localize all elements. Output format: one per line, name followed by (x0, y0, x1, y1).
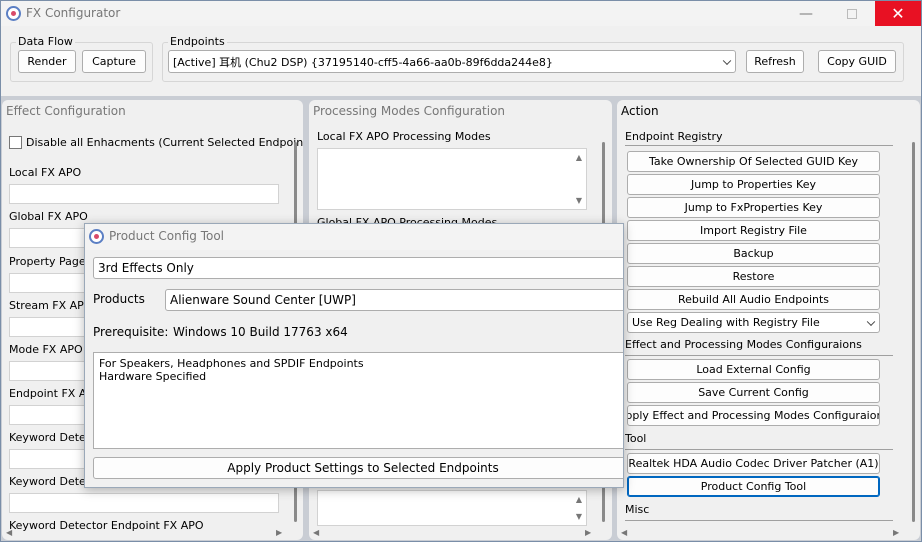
close-button[interactable]: ✕ (875, 1, 921, 26)
product-config-tool-dialog: Product Config Tool 3rd Effects Only Pro… (84, 223, 624, 488)
dialog-title-bar: Product Config Tool (85, 224, 623, 250)
take-ownership-button[interactable]: Take Ownership Of Selected GUID Key (627, 151, 880, 172)
jump-properties-key-button[interactable]: Jump to Properties Key (627, 174, 880, 195)
action-title: Action (621, 104, 659, 118)
apply-product-settings-button[interactable]: Apply Product Settings to Selected Endpo… (93, 457, 623, 479)
stream-fx-apo-label: Stream FX APO (9, 299, 93, 312)
local-processing-modes-list[interactable]: ▲ ▼ (317, 148, 587, 210)
property-page-label: Property Page (9, 255, 86, 268)
local-processing-modes-label: Local FX APO Processing Modes (317, 130, 491, 143)
scroll-left-icon-2[interactable]: ◀ (313, 528, 319, 537)
section-divider-3 (625, 449, 893, 450)
data-flow-label: Data Flow (16, 35, 75, 48)
import-registry-file-button[interactable]: Import Registry File (627, 220, 880, 241)
refresh-button[interactable]: Refresh (746, 50, 804, 73)
tool-label: Tool (625, 432, 647, 445)
scroll-right-icon-3[interactable]: ▶ (893, 528, 899, 537)
product-select[interactable]: Alienware Sound Center [UWP] (165, 289, 623, 311)
minimize-button[interactable]: — (783, 1, 829, 26)
close-icon: ✕ (891, 4, 905, 23)
chevron-down-icon-2 (866, 317, 876, 326)
scroll-up-icon-2[interactable]: ▲ (576, 495, 582, 504)
products-label: Products (93, 292, 145, 306)
scroll-right-icon[interactable]: ▶ (276, 528, 282, 537)
mode-fx-apo-label: Mode FX APO (9, 343, 83, 356)
endpoint-registry-label: Endpoint Registry (625, 130, 723, 143)
product-note-line: For Speakers, Headphones and SPDIF Endpo… (99, 357, 364, 370)
product-note-line: Hardware Specified (99, 370, 207, 383)
disable-all-label: Disable all Enhacments (Current Selected… (26, 136, 303, 149)
effect-configs-label: Effect and Processing Modes Configuraion… (625, 338, 862, 351)
scroll-down-icon-2[interactable]: ▼ (576, 512, 582, 521)
product-select-value: Alienware Sound Center [UWP] (170, 293, 356, 307)
misc-label: Misc (625, 503, 650, 516)
category-select-value: 3rd Effects Only (98, 261, 194, 275)
render-button[interactable]: Render (18, 50, 76, 73)
local-fx-apo-label: Local FX APO (9, 166, 82, 179)
load-external-config-button[interactable]: Load External Config (627, 359, 880, 380)
apply-effect-config-button[interactable]: Apply Effect and Processing Modes Config… (627, 405, 880, 426)
chevron-down-icon (722, 56, 732, 65)
section-divider (625, 145, 893, 146)
prerequisite-value: Windows 10 Build 17763 x64 (173, 325, 348, 339)
save-current-config-button[interactable]: Save Current Config (627, 382, 880, 403)
scroll-left-icon[interactable]: ◀ (6, 528, 12, 537)
disable-all-checkbox[interactable] (9, 136, 22, 149)
global-fx-apo-label: Global FX APO (9, 210, 88, 223)
processing-modes-title: Processing Modes Configuration (313, 104, 506, 118)
keyword-detector-endpoint-label: Keyword Detector Endpoint FX APO (9, 519, 204, 532)
processing-modes-list-bottom[interactable]: ▲ ▼ (317, 490, 587, 526)
title-bar: FX Configurator — ✕ (1, 1, 921, 26)
maximize-button[interactable] (829, 1, 875, 26)
product-notes-textarea[interactable]: For Speakers, Headphones and SPDIF Endpo… (93, 352, 623, 449)
reg-mode-value: Use Reg Dealing with Registry File (632, 316, 820, 329)
copy-guid-button[interactable]: Copy GUID (818, 50, 896, 73)
effect-configuration-title: Effect Configuration (6, 104, 126, 118)
rebuild-audio-endpoints-button[interactable]: Rebuild All Audio Endpoints (627, 289, 880, 310)
action-panel: Action Endpoint Registry Take Ownership … (617, 100, 920, 540)
restore-button[interactable]: Restore (627, 266, 880, 287)
prerequisite-label: Prerequisite: (93, 325, 169, 339)
endpoints-label: Endpoints (168, 35, 227, 48)
scroll-down-icon[interactable]: ▼ (576, 196, 582, 205)
maximize-icon (847, 8, 857, 19)
local-fx-apo-field[interactable] (9, 184, 279, 204)
reg-mode-select[interactable]: Use Reg Dealing with Registry File (627, 312, 880, 333)
app-icon (6, 6, 21, 21)
keyword-detector-field-2[interactable] (9, 493, 279, 513)
action-scrollbar[interactable] (912, 142, 915, 522)
scroll-up-icon[interactable]: ▲ (576, 153, 582, 162)
category-select[interactable]: 3rd Effects Only (93, 257, 623, 279)
minimize-icon: — (799, 5, 813, 22)
endpoint-select-value: [Active] 耳机 (Chu2 DSP) {37195140-cff5-4a… (173, 55, 553, 69)
dialog-title: Product Config Tool (109, 229, 225, 243)
window-title: FX Configurator (26, 6, 121, 20)
section-divider-2 (625, 355, 893, 356)
backup-button[interactable]: Backup (627, 243, 880, 264)
product-config-tool-button[interactable]: Product Config Tool (627, 476, 880, 497)
endpoint-select[interactable]: [Active] 耳机 (Chu2 DSP) {37195140-cff5-4a… (168, 50, 736, 73)
capture-button[interactable]: Capture (82, 50, 146, 73)
scroll-left-icon-3[interactable]: ◀ (621, 528, 627, 537)
jump-fxproperties-key-button[interactable]: Jump to FxProperties Key (627, 197, 880, 218)
section-divider-4 (625, 520, 893, 521)
scroll-right-icon-2[interactable]: ▶ (585, 528, 591, 537)
realtek-patcher-button[interactable]: Realtek HDA Audio Codec Driver Patcher (… (627, 453, 880, 474)
dialog-app-icon (89, 229, 104, 244)
